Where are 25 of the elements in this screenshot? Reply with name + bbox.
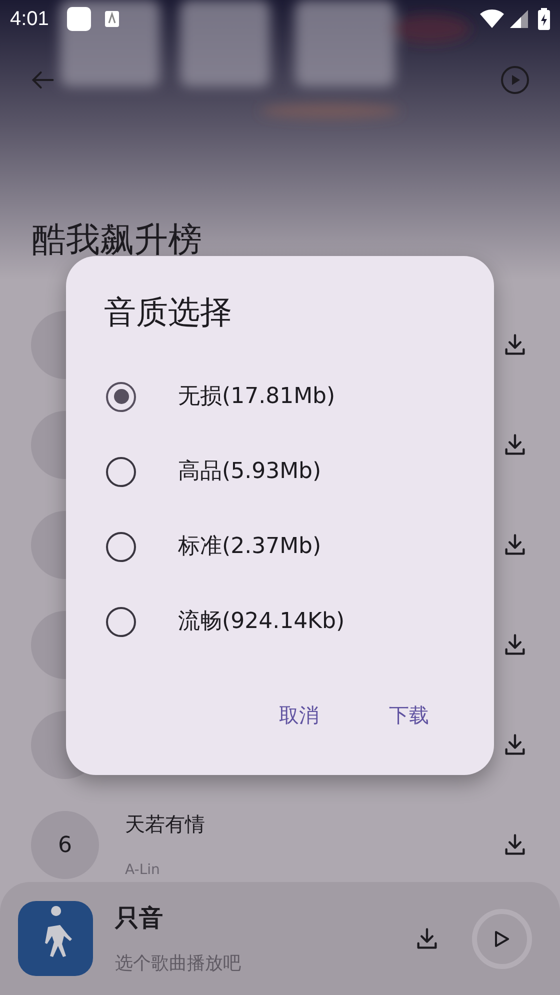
- notification-icon: [104, 11, 119, 27]
- signal-icon: [510, 10, 528, 28]
- radio-button[interactable]: [106, 456, 136, 486]
- play-button[interactable]: [472, 908, 532, 968]
- download-button[interactable]: 下载: [377, 693, 441, 737]
- rank-badge: 6: [31, 811, 99, 879]
- notification-icon: [66, 7, 91, 31]
- cancel-button[interactable]: 取消: [267, 693, 331, 737]
- dialog-title: 音质选择: [103, 292, 233, 332]
- wifi-icon: [480, 9, 504, 29]
- radio-button[interactable]: [106, 606, 136, 636]
- status-time: 4:01: [10, 7, 49, 32]
- quality-option[interactable]: 标准(2.37Mb): [178, 530, 322, 563]
- quality-option[interactable]: 高品(5.93Mb): [178, 455, 322, 488]
- battery-icon: [538, 8, 550, 30]
- quality-option[interactable]: 流畅(924.14Kb): [178, 605, 345, 638]
- song-artist: A-Lin: [125, 861, 161, 880]
- quality-option[interactable]: 无损(17.81Mb): [178, 380, 336, 413]
- song-title: 天若有情: [125, 811, 206, 838]
- radio-button[interactable]: [106, 382, 136, 412]
- radio-button[interactable]: [106, 532, 136, 562]
- player-title: 只音: [115, 903, 164, 934]
- play-icon: [492, 928, 512, 948]
- playlist-title: 酷我飙升榜: [32, 220, 202, 260]
- player-subtitle: 选个歌曲播放吧: [115, 952, 242, 976]
